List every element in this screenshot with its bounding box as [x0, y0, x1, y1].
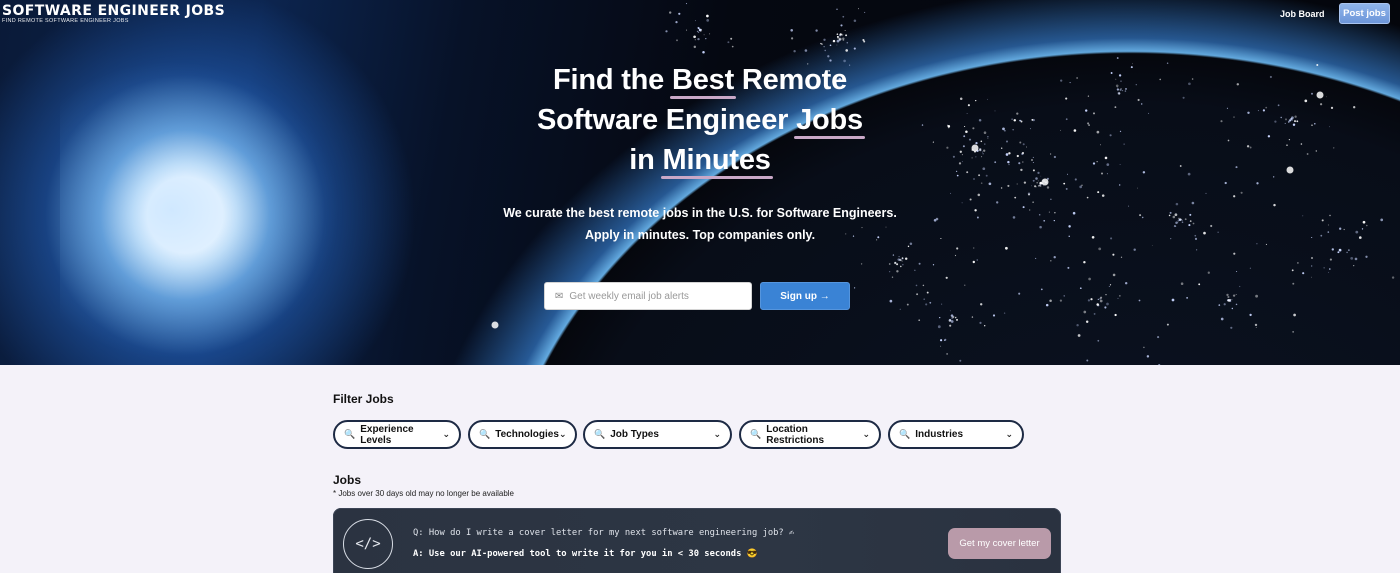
filter-industries[interactable]: 🔍 Industries ⌄: [888, 420, 1024, 449]
cover-letter-answer: A: Use our AI-powered tool to write it f…: [413, 549, 758, 559]
search-icon: 🔍: [899, 429, 911, 439]
mail-icon: ✉: [555, 290, 564, 302]
headline-text: in: [629, 144, 663, 176]
headline-highlight-best: Best: [669, 60, 737, 100]
nav-job-board-link[interactable]: Job Board: [1280, 9, 1325, 19]
filter-label: Job Types: [610, 429, 659, 440]
post-jobs-button[interactable]: Post jobs: [1339, 3, 1390, 24]
brand-subtitle: FIND REMOTE SOFTWARE ENGINEER JOBS: [2, 18, 129, 24]
hero-subtitle-line-1: We curate the best remote jobs in the U.…: [503, 206, 897, 220]
email-alert-input[interactable]: [569, 290, 740, 302]
chevron-down-icon: ⌄: [442, 429, 450, 439]
search-icon: 🔍: [344, 429, 356, 439]
chevron-down-icon: ⌄: [1005, 429, 1013, 439]
filter-technologies[interactable]: 🔍 Technologies ⌄: [468, 420, 577, 449]
sign-up-button[interactable]: Sign up →: [760, 282, 850, 310]
chevron-down-icon: ⌄: [713, 429, 721, 439]
cover-letter-question: Q: How do I write a cover letter for my …: [413, 528, 795, 538]
get-cover-letter-button[interactable]: Get my cover letter: [948, 528, 1051, 559]
filter-job-types[interactable]: 🔍 Job Types ⌄: [583, 420, 732, 449]
filter-experience-levels[interactable]: 🔍 Experience Levels ⌄: [333, 420, 461, 449]
search-icon: 🔍: [750, 429, 762, 439]
hero-earth-city-lights: [491, 3, 1395, 365]
chevron-down-icon: ⌄: [558, 429, 567, 439]
headline-text: Find the: [552, 64, 672, 96]
jobs-age-note: * Jobs over 30 days old may no longer be…: [333, 489, 514, 498]
hero-subtitle-line-2: Apply in minutes. Top companies only.: [584, 228, 816, 242]
brand-logo[interactable]: SOFTWARE ENGINEER JOBS FIND REMOTE SOFTW…: [2, 3, 226, 25]
filter-label: Location Restrictions: [766, 423, 825, 446]
hero-banner: SOFTWARE ENGINEER JOBS FIND REMOTE SOFTW…: [0, 0, 1400, 365]
brand-title: SOFTWARE ENGINEER JOBS: [2, 3, 226, 19]
chevron-down-icon: ⌄: [862, 429, 870, 439]
filter-label: Experience Levels: [360, 423, 414, 446]
email-alert-field[interactable]: ✉: [544, 282, 752, 310]
headline-text: Software Engineer: [537, 104, 797, 136]
cover-letter-promo-card: </> Q: How do I write a cover letter for…: [333, 508, 1061, 573]
filter-label: Industries: [915, 429, 964, 440]
filter-jobs-heading: Filter Jobs: [333, 392, 394, 406]
search-icon: 🔍: [479, 429, 491, 439]
headline-highlight-jobs: Jobs: [794, 100, 865, 140]
filter-label: Technologies: [495, 429, 559, 440]
filter-location-restrictions[interactable]: 🔍 Location Restrictions ⌄: [739, 420, 881, 449]
search-icon: 🔍: [594, 429, 606, 439]
headline-highlight-minutes: Minutes: [660, 140, 773, 180]
headline-text: Remote: [734, 64, 848, 96]
code-pen-icon: </>: [343, 519, 393, 569]
jobs-heading: Jobs: [333, 473, 362, 487]
hero-headline: Find the Best Remote Software Engineer J…: [470, 60, 930, 180]
